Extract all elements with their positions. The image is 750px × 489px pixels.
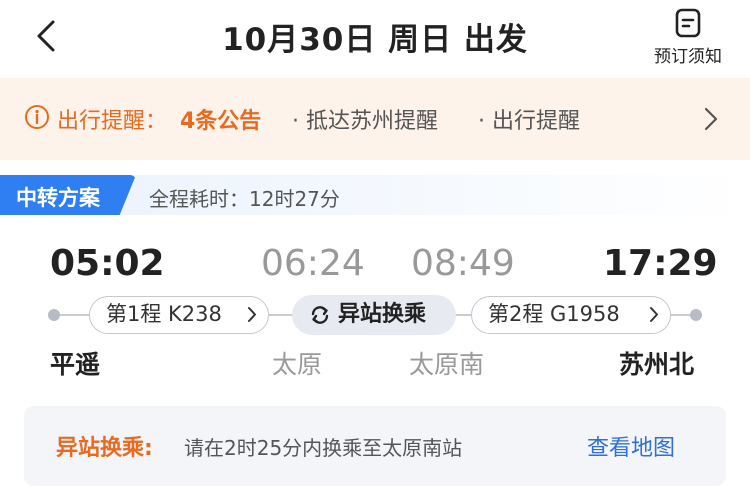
transfer-departure-time: 08:49 <box>411 243 515 284</box>
page-title: 10月30日 周日 出发 <box>222 22 528 58</box>
document-icon <box>675 8 701 38</box>
transfer-departure-station: 太原南 <box>409 350 485 379</box>
chevron-right-icon <box>650 307 658 322</box>
total-duration: 全程耗时：12时27分 <box>149 187 340 211</box>
transfer-info-box: 异站换乘: 请在2时25分内换乘至太原南站 查看地图 <box>24 406 726 486</box>
transfer-info-label: 异站换乘: <box>56 436 153 461</box>
origin-station: 平遥 <box>50 350 101 379</box>
chevron-right-icon <box>704 107 718 131</box>
announcement-count: 4条公告 <box>180 109 262 134</box>
departure-time: 05:02 <box>50 243 165 284</box>
reminder-label: 出行提醒： <box>57 109 168 134</box>
destination-station: 苏州北 <box>619 350 695 379</box>
origin-dot <box>48 309 60 321</box>
reminder-item-arrival: · 抵达苏州提醒 <box>292 109 438 134</box>
view-map-link[interactable]: 查看地图 <box>587 430 675 462</box>
transfer-plan-tag: 中转方案 <box>0 175 136 215</box>
info-icon <box>25 105 49 129</box>
different-station-transfer-badge: 异站换乘 <box>292 295 456 335</box>
travel-reminder-bar[interactable]: 出行提醒： 4条公告 · 抵达苏州提醒 · 出行提醒 <box>0 78 750 160</box>
transfer-plan-tag-label: 中转方案 <box>16 186 100 210</box>
transfer-arrival-time: 06:24 <box>261 243 365 284</box>
segment-2-label: 第2程 G1958 <box>488 302 620 326</box>
transfer-plan-header: 中转方案 全程耗时：12时27分 <box>0 175 750 215</box>
transfer-label: 异站换乘 <box>338 302 427 327</box>
top-nav-bar: 10月30日 周日 出发 预订须知 <box>0 0 750 78</box>
transfer-info-text: 请在2时25分内换乘至太原南站 <box>184 436 463 460</box>
segment-1-button[interactable]: 第1程 K238 <box>89 296 269 334</box>
reminder-item-travel: · 出行提醒 <box>478 109 580 134</box>
segment-1-label: 第1程 K238 <box>106 302 222 326</box>
transfer-icon <box>311 306 329 324</box>
transfer-arrival-station: 太原 <box>272 350 323 379</box>
booking-notice-button[interactable]: 预订须知 <box>644 8 732 72</box>
segment-2-button[interactable]: 第2程 G1958 <box>471 296 671 334</box>
chevron-right-icon <box>248 307 256 322</box>
booking-notice-label: 预订须知 <box>654 47 722 67</box>
arrival-time: 17:29 <box>603 243 718 284</box>
destination-dot <box>690 309 702 321</box>
